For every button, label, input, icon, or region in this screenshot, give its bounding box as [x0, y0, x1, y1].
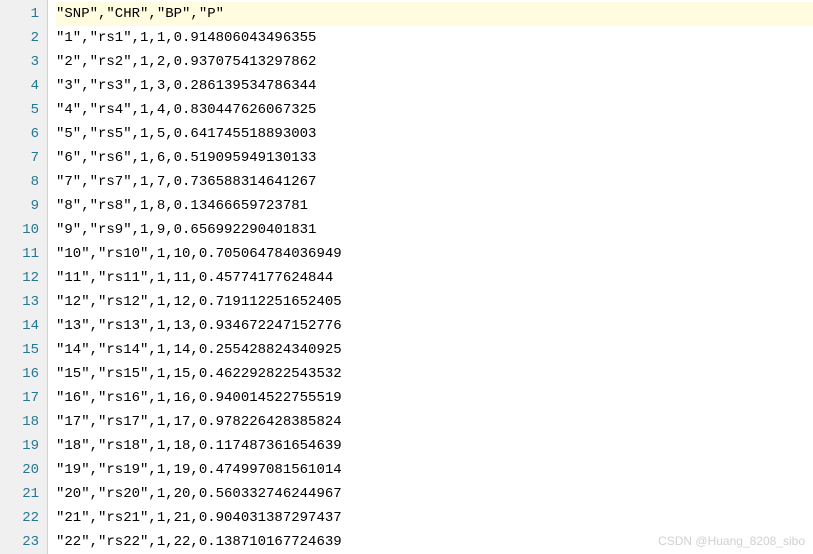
- code-line[interactable]: "8","rs8",1,8,0.13466659723781: [56, 194, 813, 218]
- code-line[interactable]: "18","rs18",1,18,0.117487361654639: [56, 434, 813, 458]
- code-line[interactable]: "10","rs10",1,10,0.705064784036949: [56, 242, 813, 266]
- line-number: 18: [0, 410, 39, 434]
- line-number: 17: [0, 386, 39, 410]
- line-number: 12: [0, 266, 39, 290]
- code-line[interactable]: "5","rs5",1,5,0.641745518893003: [56, 122, 813, 146]
- code-line[interactable]: "17","rs17",1,17,0.978226428385824: [56, 410, 813, 434]
- line-number: 9: [0, 194, 39, 218]
- line-number: 1: [0, 2, 39, 26]
- line-number: 14: [0, 314, 39, 338]
- line-number: 19: [0, 434, 39, 458]
- code-line[interactable]: "13","rs13",1,13,0.934672247152776: [56, 314, 813, 338]
- code-line[interactable]: "20","rs20",1,20,0.560332746244967: [56, 482, 813, 506]
- line-number: 23: [0, 530, 39, 554]
- code-line[interactable]: "SNP","CHR","BP","P": [56, 2, 813, 26]
- code-line[interactable]: "15","rs15",1,15,0.462292822543532: [56, 362, 813, 386]
- code-line[interactable]: "1","rs1",1,1,0.914806043496355: [56, 26, 813, 50]
- line-number: 3: [0, 50, 39, 74]
- line-number: 13: [0, 290, 39, 314]
- code-line[interactable]: "4","rs4",1,4,0.830447626067325: [56, 98, 813, 122]
- code-line[interactable]: "21","rs21",1,21,0.904031387297437: [56, 506, 813, 530]
- line-number: 5: [0, 98, 39, 122]
- code-line[interactable]: "3","rs3",1,3,0.286139534786344: [56, 74, 813, 98]
- code-line[interactable]: "2","rs2",1,2,0.937075413297862: [56, 50, 813, 74]
- code-line[interactable]: "22","rs22",1,22,0.138710167724639: [56, 530, 813, 554]
- line-number: 10: [0, 218, 39, 242]
- code-line[interactable]: "11","rs11",1,11,0.45774177624844: [56, 266, 813, 290]
- line-number-gutter: 1234567891011121314151617181920212223: [0, 0, 48, 554]
- code-line[interactable]: "7","rs7",1,7,0.736588314641267: [56, 170, 813, 194]
- line-number: 16: [0, 362, 39, 386]
- line-number: 2: [0, 26, 39, 50]
- code-content[interactable]: "SNP","CHR","BP","P""1","rs1",1,1,0.9148…: [48, 0, 813, 554]
- code-line[interactable]: "19","rs19",1,19,0.474997081561014: [56, 458, 813, 482]
- line-number: 15: [0, 338, 39, 362]
- line-number: 8: [0, 170, 39, 194]
- code-line[interactable]: "16","rs16",1,16,0.940014522755519: [56, 386, 813, 410]
- line-number: 7: [0, 146, 39, 170]
- code-line[interactable]: "14","rs14",1,14,0.255428824340925: [56, 338, 813, 362]
- line-number: 22: [0, 506, 39, 530]
- line-number: 20: [0, 458, 39, 482]
- line-number: 6: [0, 122, 39, 146]
- line-number: 21: [0, 482, 39, 506]
- code-line[interactable]: "9","rs9",1,9,0.656992290401831: [56, 218, 813, 242]
- code-line[interactable]: "6","rs6",1,6,0.519095949130133: [56, 146, 813, 170]
- code-editor: 1234567891011121314151617181920212223 "S…: [0, 0, 813, 554]
- line-number: 4: [0, 74, 39, 98]
- code-line[interactable]: "12","rs12",1,12,0.719112251652405: [56, 290, 813, 314]
- line-number: 11: [0, 242, 39, 266]
